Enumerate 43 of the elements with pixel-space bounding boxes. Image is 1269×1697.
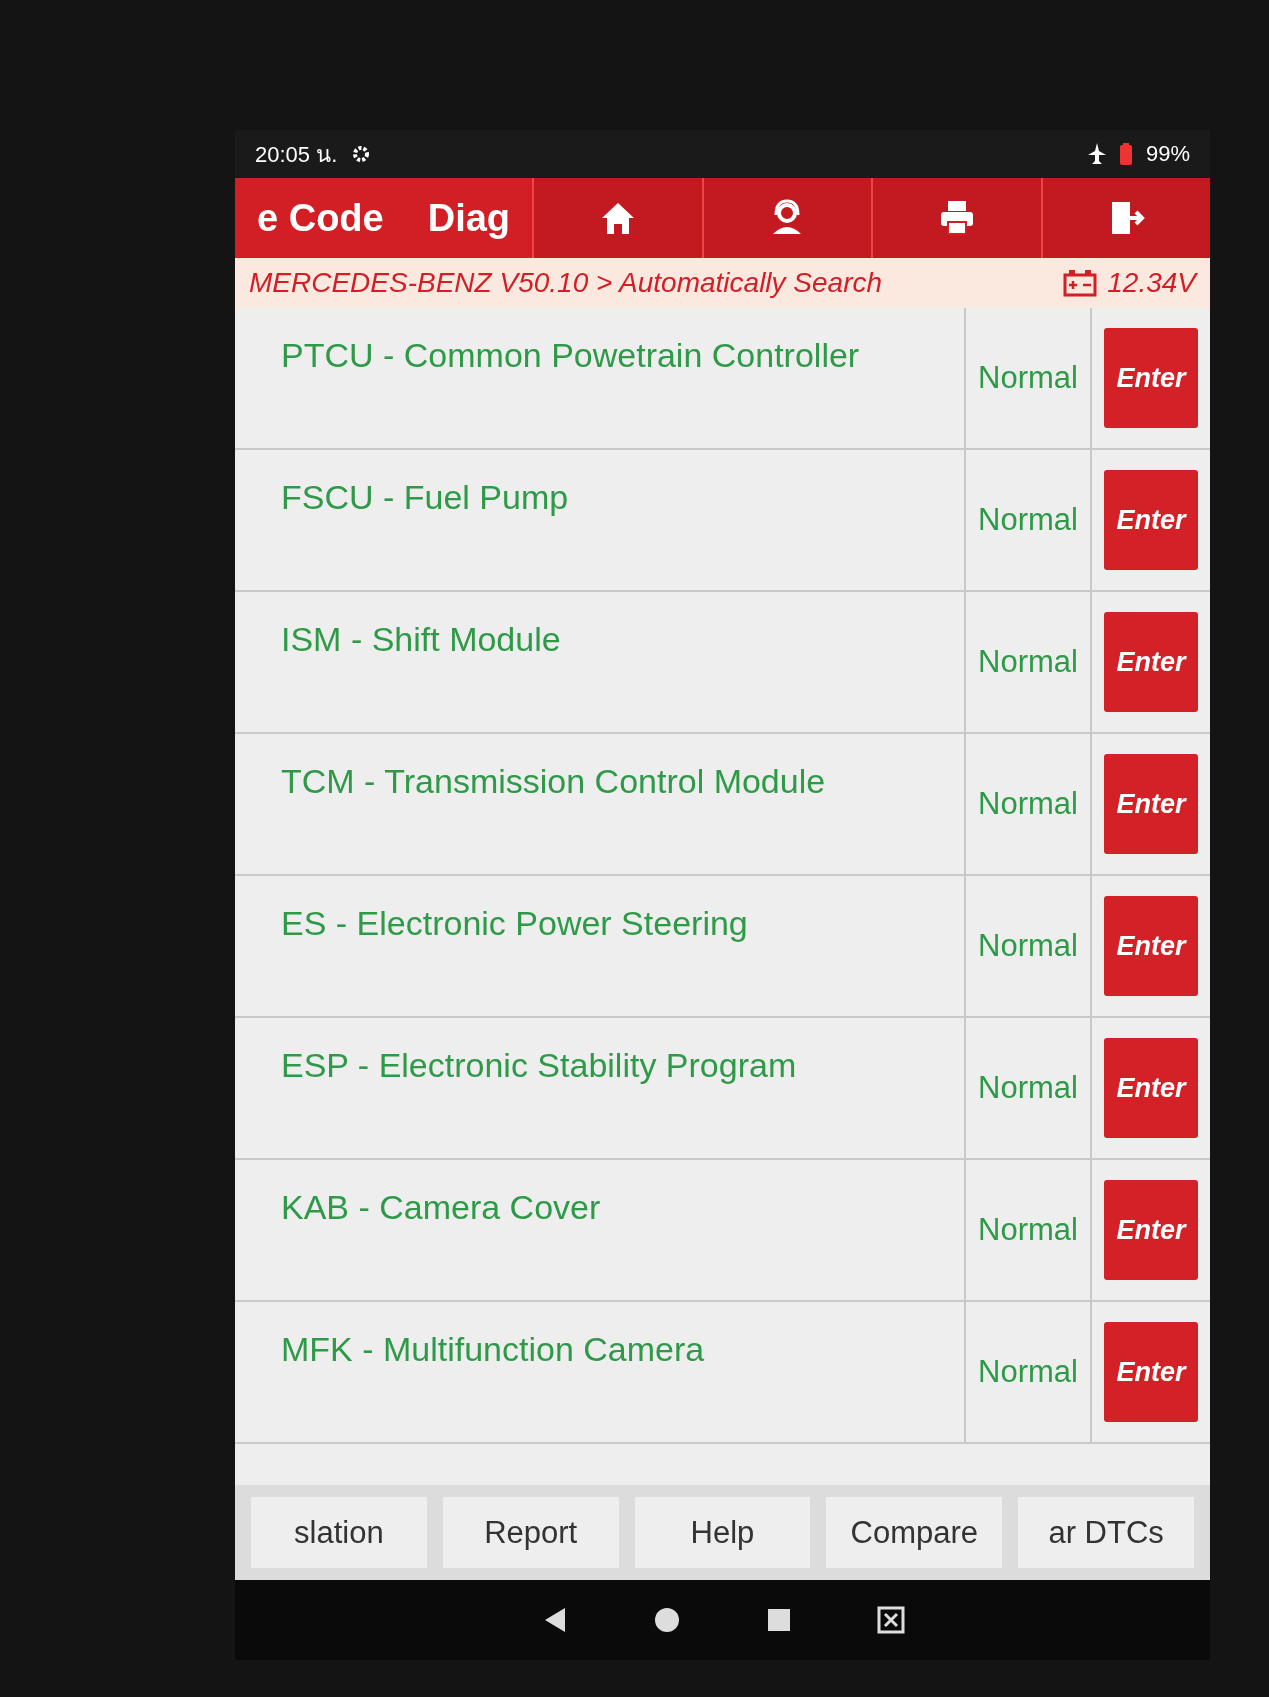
module-name: MFK - Multifunction Camera [280,1329,706,1370]
module-name: ES - Electronic Power Steering [280,903,749,944]
enter-button[interactable]: Enter [1104,470,1198,570]
enter-button[interactable]: Enter [1104,612,1198,712]
gear-icon [351,144,372,164]
module-name: FSCU - Fuel Pump [280,477,570,518]
module-name: ISM - Shift Module [280,619,562,660]
toolbar-button[interactable]: slation [251,1497,427,1568]
module-status: Normal [964,450,1092,590]
car-battery-icon [1063,269,1098,297]
enter-button[interactable]: Enter [1104,1180,1198,1280]
module-status: Normal [964,592,1092,732]
toolbar-button[interactable]: Compare [826,1497,1003,1568]
toolbar-button[interactable]: Help [634,1497,811,1568]
module-name: TCM - Transmission Control Module [280,761,827,802]
home-button[interactable] [532,178,702,258]
header-tab[interactable]: Diag [405,178,533,258]
header-tab[interactable]: e Code [235,178,406,258]
enter-button[interactable]: Enter [1104,328,1198,428]
module-name: ESP - Electronic Stability Program [280,1045,798,1086]
exit-door-button[interactable] [1040,178,1210,258]
toolbar-button[interactable]: ar DTCs [1018,1497,1194,1568]
breadcrumb-path: MERCEDES-BENZ V50.10 > Automatically Search [249,267,884,299]
enter-button[interactable]: Enter [1104,754,1198,854]
enter-button[interactable]: Enter [1104,896,1198,996]
module-name: PTCU - Common Powetrain Controller [280,335,861,376]
module-status: Normal [964,308,1092,448]
module-status: Normal [964,876,1092,1016]
airplane-icon [1087,143,1106,165]
battery-percent: 99% [1145,141,1190,167]
module-name: KAB - Camera Cover [280,1187,602,1228]
headset-person-button[interactable] [701,178,872,258]
enter-button[interactable]: Enter [1104,1038,1198,1138]
module-status: Normal [964,734,1092,874]
battery-voltage: 12.34V [1107,267,1196,299]
toolbar-button[interactable]: Report [442,1497,619,1568]
module-status: Normal [964,1018,1092,1158]
printer-button[interactable] [871,178,1041,258]
module-status: Normal [964,1302,1092,1442]
clock: 20:05 น. [255,140,338,169]
battery-icon [1119,143,1132,165]
enter-button[interactable]: Enter [1104,1322,1198,1422]
module-status: Normal [964,1160,1092,1300]
